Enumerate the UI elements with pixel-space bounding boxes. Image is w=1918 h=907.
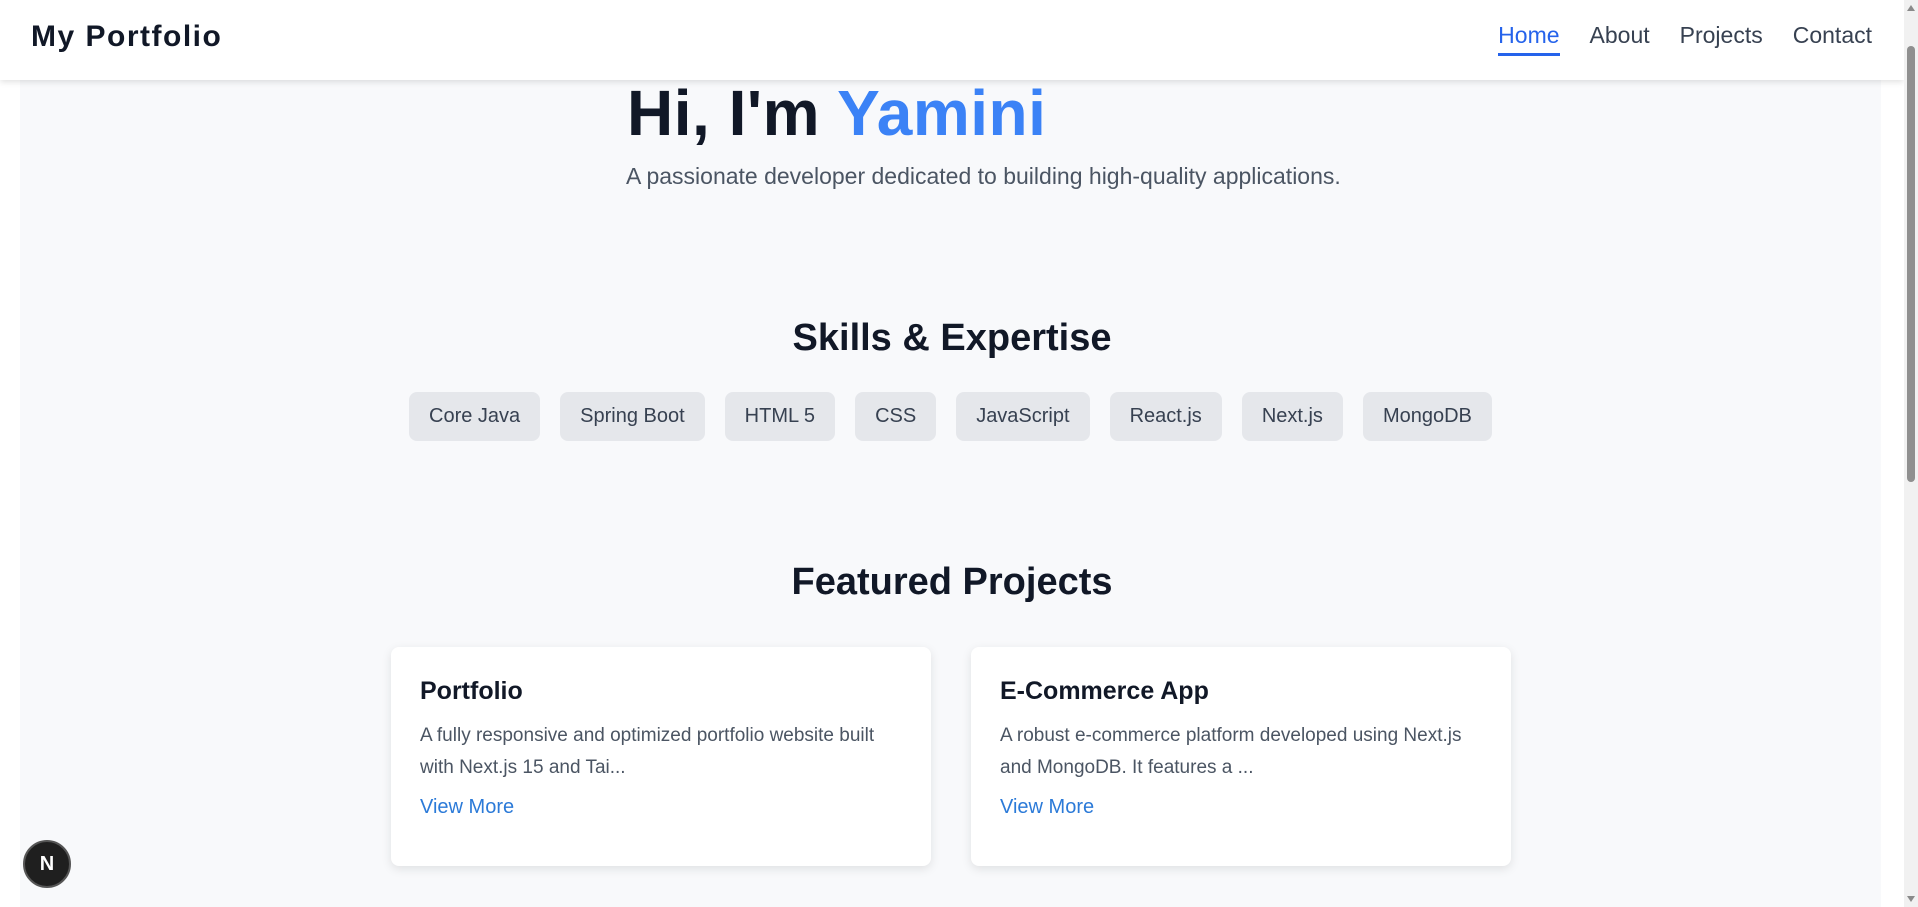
- project-card-portfolio: Portfolio A fully responsive and optimiz…: [391, 647, 931, 866]
- project-title: Portfolio: [420, 677, 523, 705]
- skill-chip: CSS: [855, 392, 937, 441]
- projects-list: Portfolio A fully responsive and optimiz…: [391, 647, 1511, 866]
- hero-greeting: Hi, I'm: [627, 77, 838, 149]
- scrollbar-thumb[interactable]: [1907, 46, 1915, 482]
- project-title: E-Commerce App: [1000, 677, 1209, 705]
- project-description: A fully responsive and optimized portfol…: [420, 725, 875, 778]
- hero-title: Hi, I'm Yamini: [627, 76, 1046, 150]
- project-description: A robust e-commerce platform developed u…: [1000, 725, 1462, 778]
- scroll-up-arrow-icon[interactable]: [1907, 5, 1915, 11]
- browser-viewport: My Portfolio Home About Projects Contact…: [0, 0, 1918, 907]
- skill-chip: Next.js: [1241, 392, 1343, 441]
- nav-links: Home About Projects Contact: [1498, 22, 1872, 56]
- skill-chip: React.js: [1109, 392, 1222, 441]
- projects-section-title: Featured Projects: [791, 561, 1113, 603]
- view-more-link[interactable]: View More: [1000, 796, 1094, 819]
- nav-link-projects[interactable]: Projects: [1680, 22, 1763, 56]
- skill-chip: Core Java: [409, 392, 541, 441]
- skill-chip: MongoDB: [1362, 392, 1492, 441]
- brand-logo[interactable]: My Portfolio: [31, 20, 222, 54]
- skill-chip: HTML 5: [724, 392, 836, 441]
- scroll-down-arrow-icon[interactable]: [1907, 896, 1915, 902]
- view-more-link[interactable]: View More: [420, 796, 514, 819]
- skill-chip: JavaScript: [956, 392, 1090, 441]
- skills-list: Core Java Spring Boot HTML 5 CSS JavaScr…: [409, 392, 1492, 441]
- hero-name: Yamini: [837, 77, 1047, 149]
- nav-link-contact[interactable]: Contact: [1793, 22, 1872, 56]
- hero-subtitle: A passionate developer dedicated to buil…: [626, 163, 1341, 189]
- navbar: My Portfolio Home About Projects Contact: [0, 0, 1904, 80]
- vertical-scrollbar[interactable]: [1904, 0, 1918, 907]
- nav-link-home[interactable]: Home: [1498, 22, 1560, 56]
- project-card-ecommerce: E-Commerce App A robust e-commerce platf…: [971, 647, 1511, 866]
- nextjs-logo-icon[interactable]: N: [23, 840, 71, 888]
- skill-chip: Spring Boot: [560, 392, 705, 441]
- nav-link-about[interactable]: About: [1590, 22, 1650, 56]
- skills-section-title: Skills & Expertise: [792, 317, 1112, 359]
